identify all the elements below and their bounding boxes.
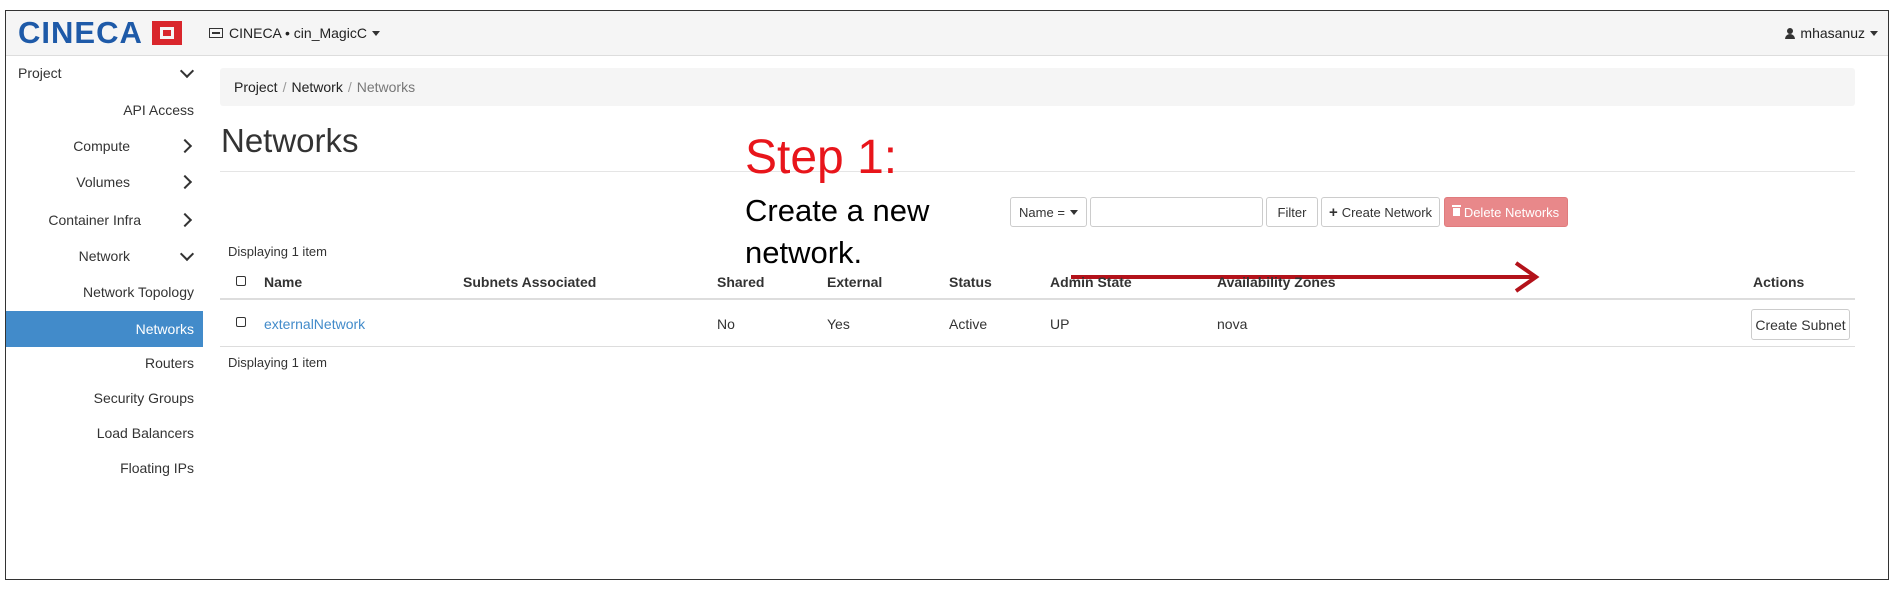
sidebar-item-security-groups[interactable]: Security Groups xyxy=(6,381,203,415)
sidebar-item-volumes[interactable]: Volumes xyxy=(6,165,206,199)
sidebar-item-routers[interactable]: Routers xyxy=(6,346,203,380)
column-subnets[interactable]: Subnets Associated xyxy=(463,274,596,290)
chevron-right-icon xyxy=(177,212,193,228)
sidebar-item-api-access[interactable]: API Access xyxy=(6,93,203,127)
create-subnet-button[interactable]: Create Subnet xyxy=(1751,309,1850,340)
row-checkbox[interactable] xyxy=(236,317,246,327)
filter-button-label: Filter xyxy=(1277,204,1307,220)
project-icon xyxy=(209,28,223,38)
project-selector-label: CINECA • cin_MagicC xyxy=(229,25,367,41)
app-window: CINECA CINECA • cin_MagicC mhasanuz Proj… xyxy=(5,10,1889,580)
delete-networks-button[interactable]: Delete Networks xyxy=(1444,197,1568,227)
sidebar-item-label: Volumes xyxy=(76,174,130,190)
sidebar-item-label: Networks xyxy=(135,321,194,337)
display-count-bottom: Displaying 1 item xyxy=(228,355,327,370)
delete-networks-label: Delete Networks xyxy=(1463,204,1560,220)
caret-down-icon xyxy=(1870,30,1878,36)
sidebar-item-floating-ips[interactable]: Floating IPs xyxy=(6,451,203,485)
sidebar-item-label: Container Infra xyxy=(48,212,141,228)
trash-icon xyxy=(1451,205,1461,216)
chevron-right-icon xyxy=(177,138,193,154)
filter-input[interactable] xyxy=(1090,197,1263,227)
sidebar-item-label: Load Balancers xyxy=(96,425,194,441)
brand-logo[interactable]: CINECA xyxy=(18,15,185,50)
user-menu[interactable]: mhasanuz xyxy=(1785,25,1878,41)
column-external[interactable]: External xyxy=(827,274,882,290)
sidebar-item-label: Routers xyxy=(144,355,194,371)
table-row: externalNetwork No Yes Active UP nova Cr… xyxy=(220,301,1855,347)
project-selector[interactable]: CINECA • cin_MagicC xyxy=(209,25,380,41)
sidebar-item-network[interactable]: Network xyxy=(6,239,206,273)
filter-field-label: Name = xyxy=(1019,204,1065,220)
column-actions: Actions xyxy=(1753,274,1805,290)
cineca-logo-icon xyxy=(149,19,185,47)
sidebar: Project API Access Compute Volumes Conta… xyxy=(6,56,206,579)
chevron-down-icon xyxy=(179,63,195,78)
create-subnet-label: Create Subnet xyxy=(1755,316,1846,333)
cell-availability-zones: nova xyxy=(1217,316,1248,332)
column-availability-zones[interactable]: Availability Zones xyxy=(1217,274,1336,290)
network-name-link[interactable]: externalNetwork xyxy=(264,316,365,332)
column-name[interactable]: Name xyxy=(264,274,302,290)
filter-button[interactable]: Filter xyxy=(1266,197,1318,227)
sidebar-item-label: Floating IPs xyxy=(120,460,194,476)
top-navbar: CINECA CINECA • cin_MagicC mhasanuz xyxy=(6,11,1888,56)
plus-icon: + xyxy=(1328,203,1338,221)
chevron-down-icon xyxy=(179,246,195,261)
caret-down-icon xyxy=(1069,209,1078,215)
cell-external: Yes xyxy=(827,316,850,332)
sidebar-item-label: API Access xyxy=(123,102,194,118)
cell-admin-state: UP xyxy=(1050,316,1070,332)
sidebar-item-compute[interactable]: Compute xyxy=(6,129,206,163)
sidebar-item-label: Security Groups xyxy=(93,390,194,406)
create-network-label: Create Network xyxy=(1341,204,1433,220)
cell-status: Active xyxy=(949,316,988,332)
filter-field-select[interactable]: Name = xyxy=(1010,197,1087,227)
create-network-button[interactable]: + Create Network xyxy=(1321,197,1440,227)
table-header: Name Subnets Associated Shared External … xyxy=(220,262,1855,300)
cell-shared: No xyxy=(717,316,735,332)
column-status[interactable]: Status xyxy=(949,274,992,290)
sidebar-item-network-topology[interactable]: Network Topology xyxy=(6,275,203,309)
chevron-right-icon xyxy=(177,174,193,190)
sidebar-project[interactable]: Project xyxy=(6,56,206,90)
user-icon xyxy=(1785,27,1796,39)
select-all-checkbox[interactable] xyxy=(236,276,246,286)
display-count-top: Displaying 1 item xyxy=(228,244,327,259)
column-shared[interactable]: Shared xyxy=(717,274,764,290)
sidebar-item-label: Network xyxy=(78,248,130,264)
column-admin-state[interactable]: Admin State xyxy=(1050,274,1132,290)
sidebar-item-networks[interactable]: Networks xyxy=(6,311,203,347)
brand-name: CINECA xyxy=(18,15,143,50)
sidebar-item-label: Network Topology xyxy=(82,284,194,300)
sidebar-project-label: Project xyxy=(18,65,62,81)
caret-down-icon xyxy=(371,30,380,36)
sidebar-item-load-balancers[interactable]: Load Balancers xyxy=(6,416,203,450)
sidebar-item-label: Compute xyxy=(73,138,130,154)
user-name: mhasanuz xyxy=(1800,25,1865,41)
sidebar-item-container-infra[interactable]: Container Infra xyxy=(6,203,206,237)
